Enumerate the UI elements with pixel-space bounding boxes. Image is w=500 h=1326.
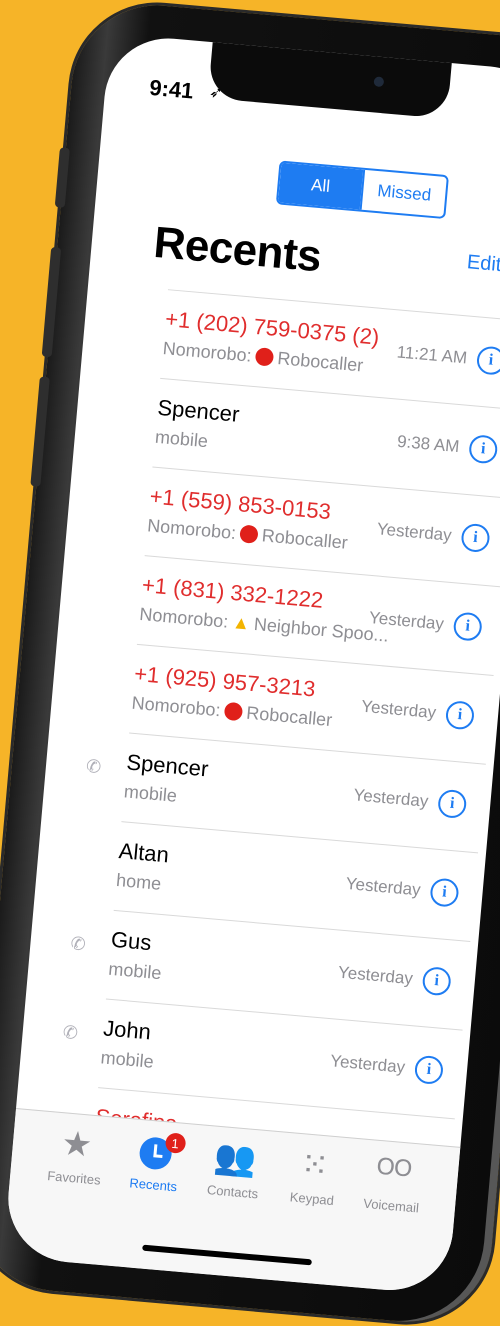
tab-label: Recents <box>128 1175 178 1195</box>
info-icon[interactable]: i <box>468 434 499 465</box>
voicemail-icon: ᴼᴼ <box>375 1151 414 1193</box>
info-icon[interactable]: i <box>452 611 483 642</box>
tab-favorites[interactable]: ★ Favorites <box>27 1119 118 1265</box>
page-title: Recents <box>151 217 324 282</box>
caller-name: Altan <box>117 838 170 868</box>
info-icon[interactable]: i <box>429 877 460 908</box>
stage: 9:41 ➶ ⚡ All Missed Edit Recents +1 (202… <box>0 0 500 1326</box>
caller-subtitle: mobile <box>100 1047 155 1073</box>
edit-button[interactable]: Edit <box>466 251 500 277</box>
subtitle-prefix: mobile <box>154 426 209 452</box>
notch <box>207 40 452 119</box>
phone-frame: 9:41 ➶ ⚡ All Missed Edit Recents +1 (202… <box>0 0 500 1326</box>
red-dot-icon <box>223 701 244 722</box>
info-icon[interactable]: i <box>421 966 452 997</box>
subtitle-tag: Robocaller <box>276 348 365 376</box>
tab-label: Voicemail <box>362 1195 420 1216</box>
caller-name: Gus <box>110 926 153 956</box>
subtitle-prefix: mobile <box>123 781 178 806</box>
subtitle-tag: Robocaller <box>245 702 334 731</box>
keypad-icon: ⁙ <box>298 1145 331 1186</box>
caller-subtitle: home <box>115 870 162 895</box>
warning-icon: ▲ <box>231 612 251 634</box>
subtitle-prefix: mobile <box>99 1047 155 1072</box>
call-time: 11:21 AM <box>395 342 468 368</box>
contacts-icon: 👥 <box>212 1137 259 1180</box>
silent-switch <box>54 147 70 208</box>
caller-name: Spencer <box>125 749 210 782</box>
segmented-control: All Missed <box>275 160 449 220</box>
subtitle-prefix: Nomorobo: <box>138 603 230 632</box>
volume-down-button <box>30 376 50 487</box>
subtitle-prefix: Nomorobo: <box>161 338 253 366</box>
outgoing-call-icon: ✆ <box>61 1021 79 1044</box>
caller-subtitle: mobile <box>123 781 178 807</box>
info-icon[interactable]: i <box>413 1054 445 1086</box>
status-time: 9:41 <box>148 74 195 104</box>
info-icon[interactable]: i <box>475 345 500 376</box>
volume-up-button <box>41 246 62 358</box>
tab-voicemail[interactable]: ᴼᴼ Voicemail <box>344 1147 435 1293</box>
call-time: Yesterday <box>329 1051 406 1077</box>
caller-name: Spencer <box>156 394 241 427</box>
caller-subtitle: mobile <box>108 959 163 985</box>
star-icon: ★ <box>60 1124 94 1165</box>
info-icon[interactable]: i <box>460 522 491 554</box>
subtitle-tag: Robocaller <box>261 525 349 553</box>
phone-screen: 9:41 ➶ ⚡ All Missed Edit Recents +1 (202… <box>3 33 500 1296</box>
caller-subtitle: Nomorobo: ▲ Neighbor Spoo... <box>139 604 390 647</box>
segment-all[interactable]: All <box>277 162 364 210</box>
segment-missed[interactable]: Missed <box>359 169 447 217</box>
subtitle-prefix: mobile <box>107 958 163 984</box>
info-icon[interactable]: i <box>444 700 476 731</box>
front-camera <box>373 76 385 88</box>
call-time: Yesterday <box>376 519 453 545</box>
info-icon[interactable]: i <box>437 788 468 820</box>
outgoing-call-icon: ✆ <box>69 933 87 955</box>
tab-label: Contacts <box>206 1182 259 1202</box>
tab-label: Favorites <box>46 1168 102 1188</box>
call-time: Yesterday <box>345 873 422 900</box>
call-time: Yesterday <box>337 962 414 989</box>
tab-label: Keypad <box>289 1189 335 1209</box>
subtitle-prefix: Nomorobo: <box>130 692 222 721</box>
call-time: Yesterday <box>352 785 430 811</box>
red-dot-icon <box>254 347 275 367</box>
caller-subtitle: mobile <box>154 427 209 453</box>
recents-list: +1 (202) 759-0375 (2) Nomorobo: Robocaller… <box>11 282 500 1208</box>
subtitle-prefix: Nomorobo: <box>146 515 237 544</box>
outgoing-call-icon: ✆ <box>85 755 103 778</box>
call-time: 9:38 AM <box>396 431 461 457</box>
caller-name: John <box>102 1015 152 1045</box>
subtitle-prefix: home <box>115 869 163 894</box>
red-dot-icon <box>239 524 259 544</box>
call-time: Yesterday <box>360 696 437 723</box>
